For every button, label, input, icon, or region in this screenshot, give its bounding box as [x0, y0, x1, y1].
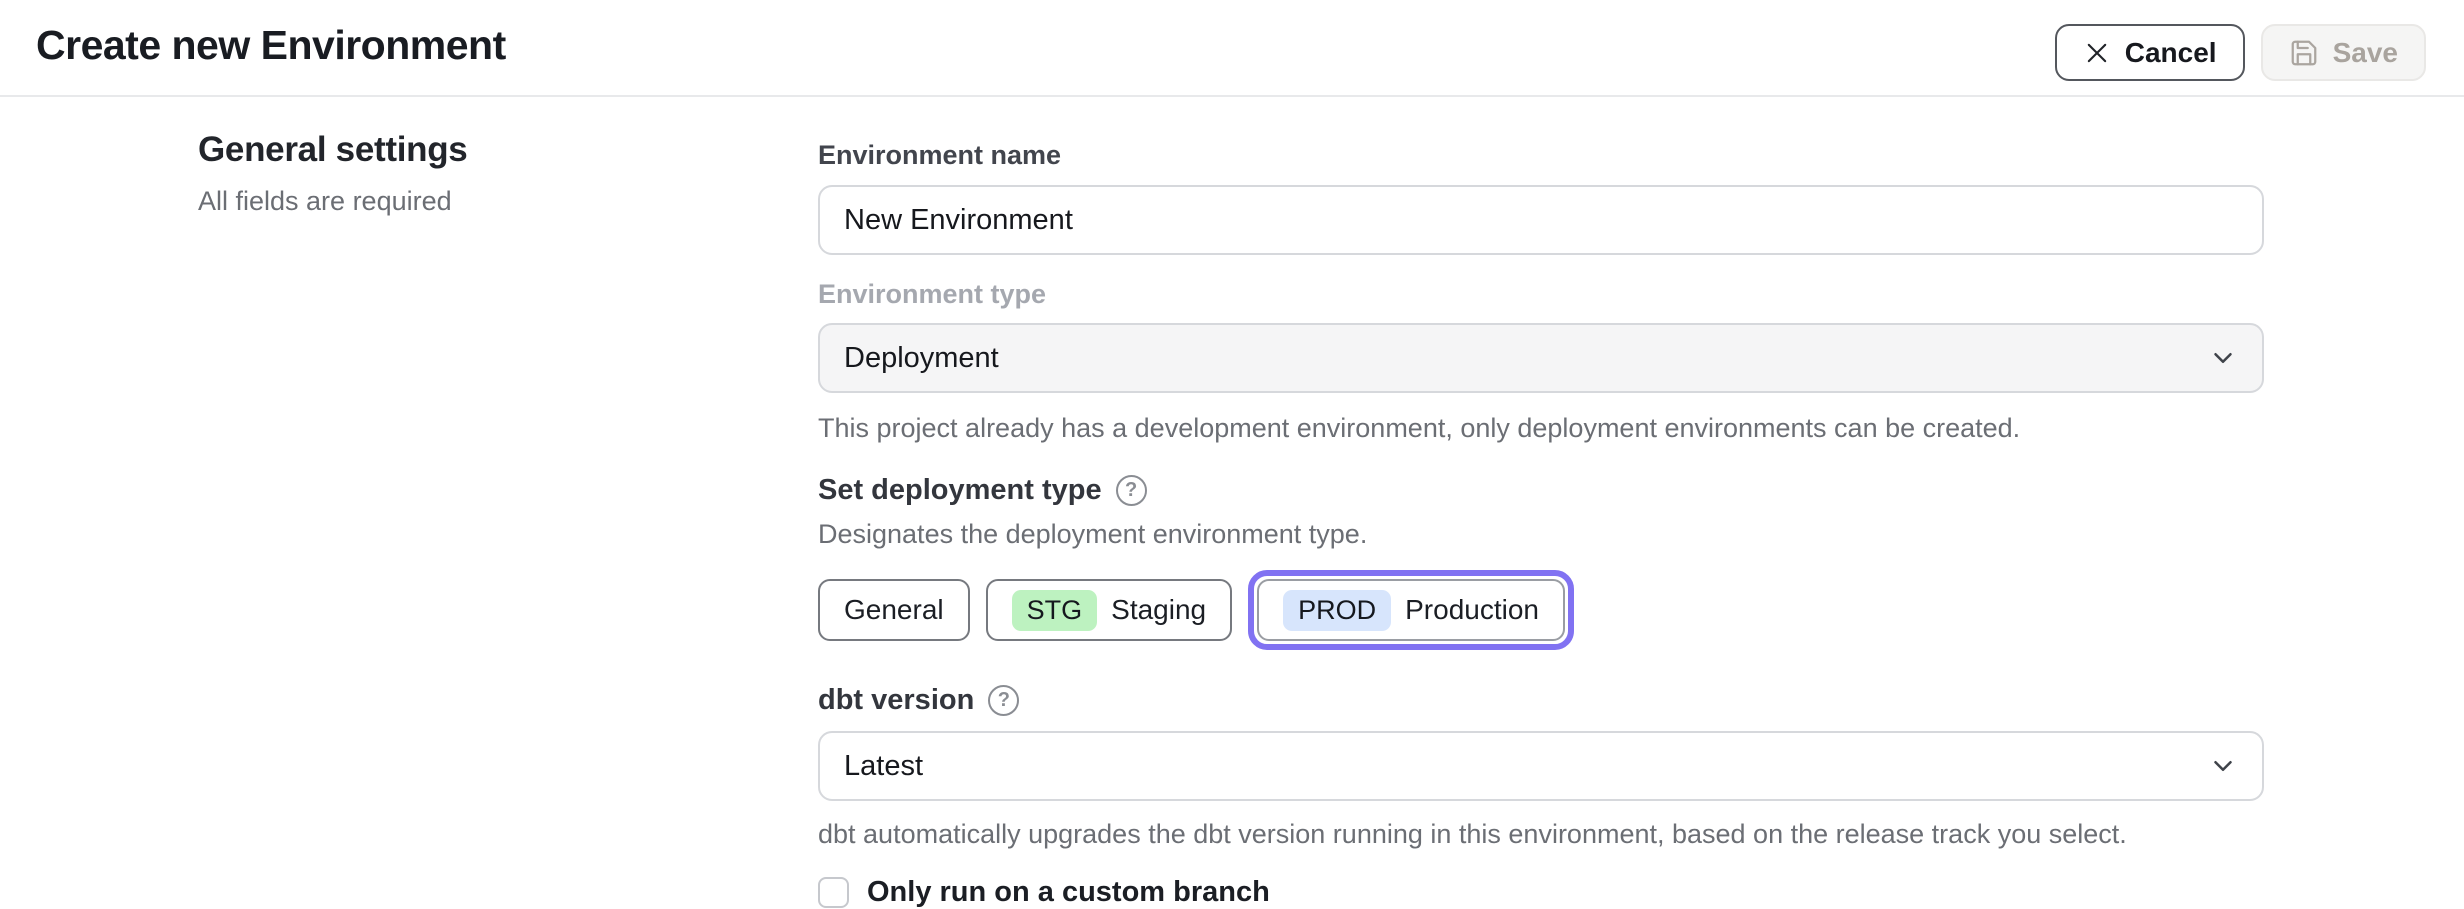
general-settings-info: General settings All fields are required [198, 130, 718, 217]
deployment-type-option-label: General [844, 594, 944, 626]
save-icon [2289, 38, 2319, 68]
deployment-type-description: Designates the deployment environment ty… [818, 519, 2264, 550]
dbt-version-help: dbt automatically upgrades the dbt versi… [818, 819, 2264, 850]
environment-type-select[interactable]: Deployment [818, 323, 2264, 393]
production-badge: PROD [1283, 590, 1391, 631]
staging-badge: STG [1012, 590, 1098, 631]
dbt-version-label-row: dbt version ? [818, 684, 2264, 717]
save-button-label: Save [2333, 37, 2398, 69]
environment-type-help: This project already has a development e… [818, 413, 2264, 444]
environment-form: Environment name Environment type Deploy… [818, 127, 2264, 909]
header-actions: Cancel Save [2055, 24, 2426, 81]
dbt-version-value: Latest [844, 750, 923, 783]
page-header: Create new Environment Cancel Save [0, 0, 2464, 97]
custom-branch-row: Only run on a custom branch [818, 876, 2264, 909]
cancel-button-label: Cancel [2125, 37, 2217, 69]
custom-branch-label: Only run on a custom branch [867, 876, 1270, 909]
deployment-type-option-general[interactable]: General [818, 579, 970, 641]
section-heading: General settings [198, 130, 718, 170]
deployment-type-heading: Set deployment type [818, 474, 1102, 507]
deployment-type-option-staging[interactable]: STG Staging [986, 579, 1232, 641]
deployment-type-option-production[interactable]: PROD Production [1257, 579, 1565, 641]
chevron-down-icon [2208, 751, 2238, 781]
page-title: Create new Environment [36, 22, 506, 69]
environment-type-label: Environment type [818, 279, 2264, 310]
dbt-version-help-icon[interactable]: ? [988, 685, 1019, 716]
deployment-type-option-label: Staging [1111, 594, 1206, 626]
section-subheading: All fields are required [198, 186, 718, 217]
close-icon [2083, 39, 2111, 67]
dbt-version-select[interactable]: Latest [818, 731, 2264, 801]
chevron-down-icon [2208, 343, 2238, 373]
environment-name-input[interactable] [818, 185, 2264, 255]
environment-name-label: Environment name [818, 140, 2264, 171]
selected-option-ring: PROD Production [1248, 570, 1574, 650]
dbt-version-label: dbt version [818, 684, 974, 717]
deployment-type-option-label: Production [1405, 594, 1539, 626]
cancel-button[interactable]: Cancel [2055, 24, 2245, 81]
deployment-type-help-icon[interactable]: ? [1116, 475, 1147, 506]
environment-type-value: Deployment [844, 342, 999, 375]
deployment-type-heading-row: Set deployment type ? [818, 474, 2264, 507]
custom-branch-checkbox[interactable] [818, 877, 849, 908]
save-button[interactable]: Save [2261, 24, 2426, 81]
deployment-type-options: General STG Staging PROD Production [818, 570, 2264, 650]
